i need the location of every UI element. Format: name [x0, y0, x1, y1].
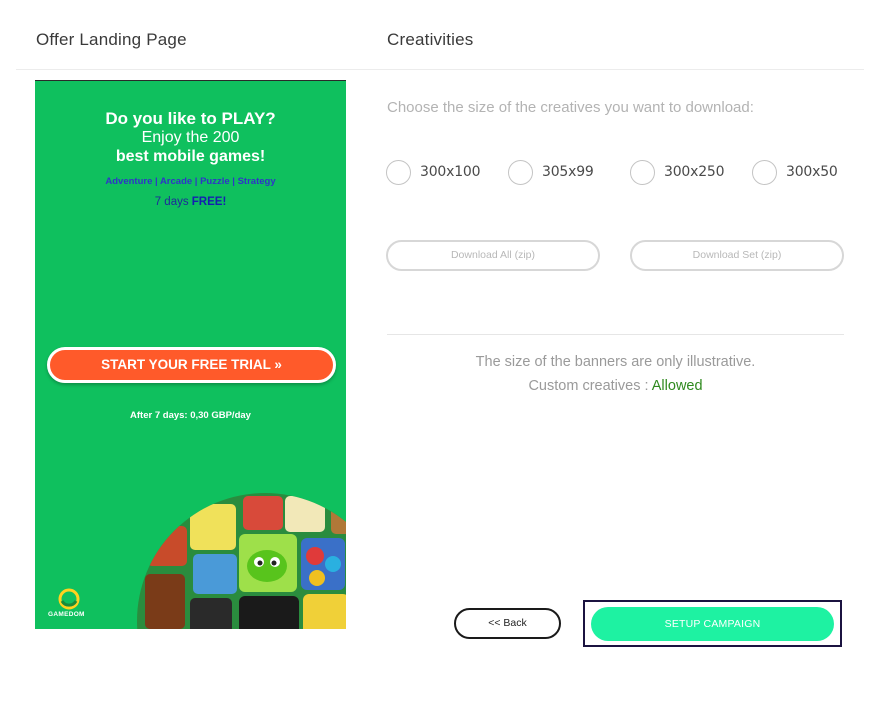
landing-categories: Adventure | Arcade | Puzzle | Strategy — [105, 176, 276, 187]
gamedom-logo-icon — [58, 588, 80, 610]
download-all-button[interactable]: Download All (zip) — [386, 240, 600, 271]
size-label-300x50: 300x50 — [786, 164, 838, 180]
download-set-button[interactable]: Download Set (zip) — [630, 240, 844, 271]
landing-price-text: After 7 days: 0,30 GBP/day — [130, 410, 251, 421]
size-label-305x99: 305x99 — [542, 164, 594, 180]
size-option-300x50[interactable]: 300x50 — [752, 158, 838, 186]
size-label-300x100: 300x100 — [420, 164, 481, 180]
radio-300x100[interactable] — [386, 159, 411, 185]
custom-creatives-value: Allowed — [651, 378, 703, 394]
radio-300x50[interactable] — [752, 159, 777, 185]
header-creativities: Creativities — [387, 30, 474, 49]
creatives-divider — [387, 334, 844, 335]
header-offer-landing-page: Offer Landing Page — [36, 30, 187, 49]
custom-creatives-label: Custom creatives : — [528, 378, 649, 394]
landing-free-trial-text: 7 days FREE! — [154, 196, 227, 208]
landing-headline: Do you like to PLAY? — [105, 109, 276, 128]
landing-subheadline: Enjoy the 200 — [141, 129, 240, 146]
radio-305x99[interactable] — [508, 159, 533, 185]
games-globe-image — [137, 493, 346, 629]
back-button[interactable]: << Back — [454, 608, 561, 639]
banner-size-note: The size of the banners are only illustr… — [475, 354, 756, 370]
landing-subheadline-bold: best mobile games! — [115, 148, 266, 165]
landing-page-preview: Do you like to PLAY? Enjoy the 200 best … — [35, 80, 346, 629]
custom-creatives-status: Custom creatives : Allowed — [387, 378, 844, 394]
size-option-300x100[interactable]: 300x100 — [386, 158, 481, 186]
setup-campaign-button[interactable]: SETUP CAMPAIGN — [591, 607, 834, 641]
radio-300x250[interactable] — [630, 159, 655, 185]
size-option-300x250[interactable]: 300x250 — [630, 158, 725, 186]
start-free-trial-button[interactable]: START YOUR FREE TRIAL » — [47, 347, 336, 383]
size-option-305x99[interactable]: 305x99 — [508, 158, 594, 186]
choose-size-prompt: Choose the size of the creatives you wan… — [387, 99, 754, 116]
size-label-300x250: 300x250 — [664, 164, 725, 180]
gamedom-logo-text: GAMEDOM — [48, 611, 85, 618]
header-divider — [16, 69, 864, 70]
